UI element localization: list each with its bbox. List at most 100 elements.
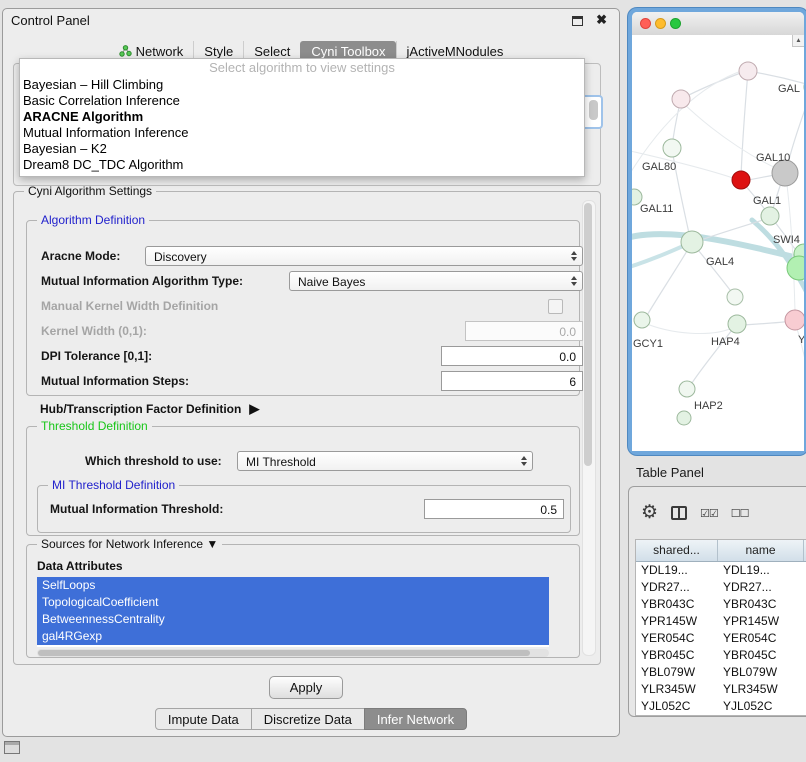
table-cell: YJL052C — [636, 698, 718, 715]
mi-type-combo[interactable]: Naive Bayes — [289, 271, 583, 291]
columns-icon[interactable] — [671, 506, 687, 520]
algorithm-option[interactable]: Bayesian – Hill Climbing — [20, 77, 584, 93]
network-edge — [681, 71, 746, 99]
network-node[interactable] — [727, 289, 743, 305]
algorithm-option[interactable]: ARACNE Algorithm — [20, 109, 584, 125]
table-header-cell[interactable]: shared... — [636, 540, 718, 561]
table-cell: YDR27... — [636, 579, 718, 596]
network-node-hap2[interactable] — [679, 381, 695, 397]
deselect-all-icon[interactable]: ☐☐ — [731, 507, 749, 520]
network-node[interactable] — [672, 90, 690, 108]
table-cell: YBR045C — [718, 647, 804, 664]
table-cell: YDL19... — [636, 562, 718, 579]
table-row[interactable]: YDL19...YDL19...13 — [636, 562, 806, 579]
node-label: GAL11 — [640, 203, 673, 215]
network-edge — [741, 71, 748, 179]
sources-title-text: Sources for Network Inference — [41, 537, 203, 551]
table-row[interactable]: YER054CYER054C8. — [636, 630, 806, 647]
table-toolbar: ⚙ ☑☑ ☐☐ — [641, 501, 749, 525]
node-label: GAL80 — [642, 161, 676, 173]
node-label: Y — [798, 334, 804, 346]
table-cell: YLR345W — [636, 681, 718, 698]
table-row[interactable]: YJL052CYJL052C — [636, 698, 806, 715]
data-attributes-list: SelfLoopsTopologicalCoefficientBetweenne… — [37, 577, 549, 647]
sources-title[interactable]: Sources for Network Inference ▼ — [37, 537, 222, 551]
table-row[interactable]: YDR27...YDR27...12 — [636, 579, 806, 596]
network-graph: GALGAL80GAL10GAL1GAL11SWI4GAL4GCY1HAP4YH… — [632, 35, 804, 451]
aracne-mode-combo[interactable]: Discovery — [145, 246, 583, 266]
network-node-y[interactable] — [785, 310, 804, 330]
collapsed-panel-icon[interactable] — [4, 741, 20, 754]
bottom-tab-impute-data[interactable]: Impute Data — [155, 708, 252, 730]
table-header-cell[interactable]: name — [718, 540, 804, 561]
algorithm-option[interactable]: Bayesian – K2 — [20, 141, 584, 157]
algorithm-option[interactable]: Mutual Information Inference — [20, 125, 584, 141]
minimize-window-icon[interactable] — [655, 18, 666, 29]
settings-group-title: Cyni Algorithm Settings — [24, 184, 156, 198]
network-node-gal1[interactable] — [761, 207, 779, 225]
network-node-gal80[interactable] — [663, 139, 681, 157]
network-node[interactable] — [739, 62, 757, 80]
algorithm-option[interactable]: Dream8 DC_TDC Algorithm — [20, 157, 584, 173]
table-row[interactable]: YBL079WYBL079W — [636, 664, 806, 681]
table-panel-title: Table Panel — [636, 465, 704, 480]
network-node-hap4[interactable] — [728, 315, 746, 333]
attribute-list-item[interactable]: SelfLoops — [37, 577, 549, 594]
network-canvas[interactable]: GALGAL80GAL10GAL1GAL11SWI4GAL4GCY1HAP4YH… — [632, 35, 804, 451]
attribute-list-item[interactable]: TopologicalCoefficient — [37, 594, 549, 611]
mi-threshold-label: Mutual Information Threshold: — [50, 499, 223, 519]
node-label: GAL10 — [756, 152, 790, 164]
dpi-tolerance-field[interactable]: 0.0 — [441, 346, 583, 366]
table-cell: YDL19... — [718, 562, 804, 579]
kernel-width-row: Kernel Width (0,1): 0.0 — [41, 321, 569, 341]
network-titlebar[interactable] — [632, 12, 804, 36]
table-row[interactable]: YPR145WYPR145W9. — [636, 613, 806, 630]
algorithm-option[interactable]: Basic Correlation Inference — [20, 93, 584, 109]
scroll-up-icon[interactable]: ▲ — [792, 35, 804, 47]
algorithm-placeholder: Select algorithm to view settings — [20, 59, 584, 77]
settings-scrollbar[interactable] — [582, 200, 596, 656]
gear-icon[interactable]: ⚙ — [641, 503, 658, 523]
node-table: shared...name YDL19...YDL19...13YDR27...… — [635, 539, 806, 716]
mi-threshold-row: Mutual Information Threshold: 0.5 — [50, 499, 560, 519]
attribute-list-item[interactable]: gal4RGexp — [37, 628, 549, 645]
manual-kernel-label: Manual Kernel Width Definition — [41, 296, 218, 316]
maximize-window-icon[interactable] — [670, 18, 681, 29]
algorithm-definition-title: Algorithm Definition — [37, 213, 149, 227]
network-node-gal4[interactable] — [681, 231, 703, 253]
which-threshold-label: Which threshold to use: — [85, 451, 222, 471]
table-header-row: shared...name — [636, 540, 806, 562]
table-cell: YJL052C — [718, 698, 804, 715]
bottom-tab-infer-network[interactable]: Infer Network — [364, 708, 467, 730]
table-body: YDL19...YDL19...13YDR27...YDR27...12YBR0… — [636, 562, 806, 715]
select-all-icon[interactable]: ☑☑ — [700, 507, 718, 520]
table-row[interactable]: YLR345WYLR345W9. — [636, 681, 806, 698]
control-panel-title: Control Panel — [11, 13, 90, 28]
mi-steps-field[interactable]: 6 — [441, 371, 583, 391]
which-threshold-combo[interactable]: MI Threshold — [237, 451, 533, 471]
tab-label: Cyni Toolbox — [311, 44, 385, 59]
combo-arrows-icon — [566, 273, 581, 289]
close-panel-icon[interactable]: ✖ — [596, 12, 607, 28]
mi-threshold-field[interactable]: 0.5 — [424, 499, 564, 519]
network-node[interactable] — [732, 171, 750, 189]
aracne-mode-row: Aracne Mode: Discovery — [41, 246, 569, 266]
node-label: HAP2 — [694, 400, 723, 412]
settings-scroll-thumb[interactable] — [584, 203, 592, 466]
attributes-hscrollbar[interactable] — [37, 649, 549, 657]
network-node[interactable] — [677, 411, 691, 425]
cyni-algorithm-settings-group: Cyni Algorithm Settings Algorithm Defini… — [13, 191, 601, 665]
close-window-icon[interactable] — [640, 18, 651, 29]
attributes-hscroll-thumb[interactable] — [38, 650, 530, 656]
hub-section-toggle[interactable]: Hub/Transcription Factor Definition ▶ — [40, 400, 259, 418]
algorithm-definition-group: Algorithm Definition Aracne Mode: Discov… — [26, 220, 580, 396]
table-row[interactable]: YBR043CYBR043C — [636, 596, 806, 613]
mi-steps-label: Mutual Information Steps: — [41, 371, 189, 391]
network-node-gcy1[interactable] — [634, 312, 650, 328]
apply-button[interactable]: Apply — [269, 676, 343, 699]
float-panel-icon[interactable] — [572, 16, 583, 26]
table-row[interactable]: YBR045CYBR045C9. — [636, 647, 806, 664]
bottom-tab-discretize-data[interactable]: Discretize Data — [251, 708, 365, 730]
node-label: GAL — [778, 83, 800, 95]
attribute-list-item[interactable]: BetweennessCentrality — [37, 611, 549, 628]
